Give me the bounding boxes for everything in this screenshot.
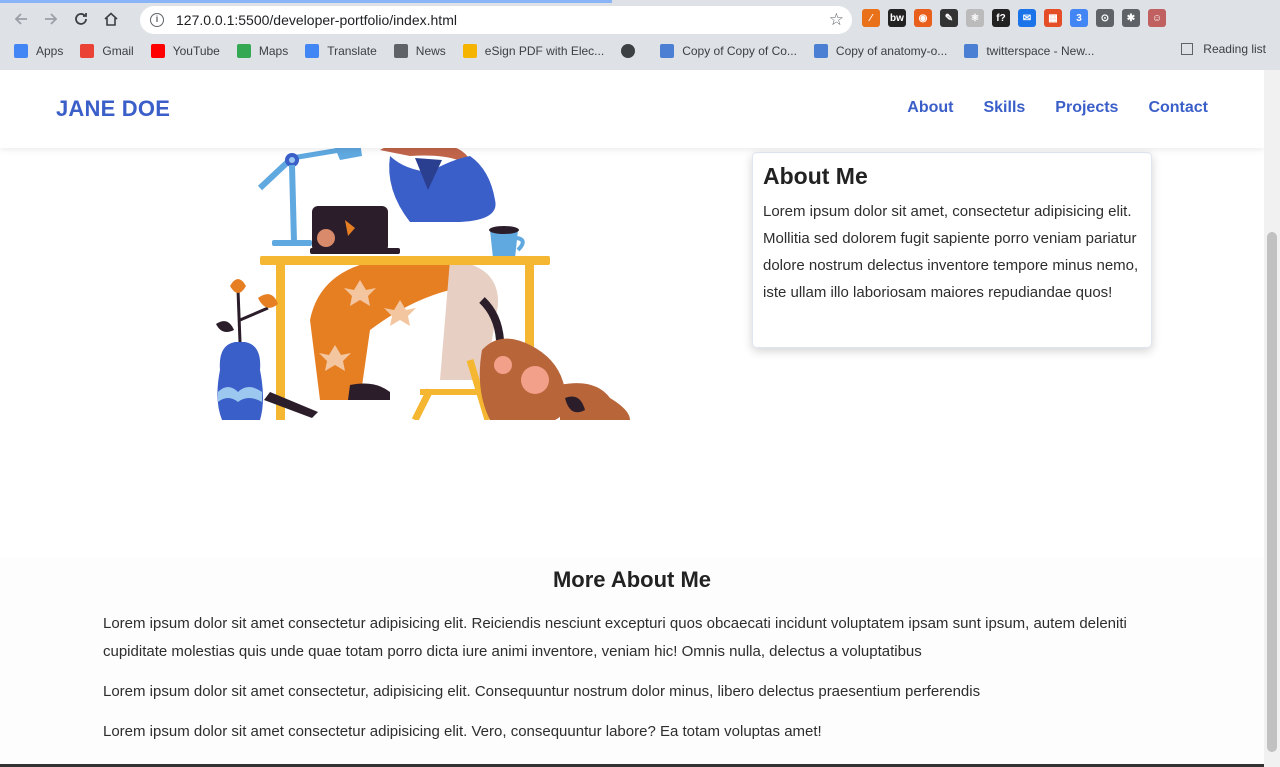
bookmark-item[interactable]: Maps bbox=[236, 43, 289, 58]
bookmark-label: Copy of anatomy-o... bbox=[835, 43, 948, 58]
reading-list-label: Reading list bbox=[1203, 42, 1266, 56]
arrow-right-icon bbox=[45, 13, 58, 25]
more-about-paragraphs: Lorem ipsum dolor sit amet consectetur a… bbox=[103, 610, 1163, 758]
more-about-title: More About Me bbox=[552, 567, 712, 592]
bookmark-favicon-icon bbox=[236, 43, 251, 58]
bookmark-item[interactable]: Apps bbox=[14, 43, 64, 58]
bookmark-label: Apps bbox=[36, 43, 64, 58]
nav-skills[interactable]: Skills bbox=[983, 99, 1025, 117]
bookmark-label: eSign PDF with Elec... bbox=[484, 43, 605, 58]
arrow-left-icon bbox=[14, 13, 27, 25]
bookmark-item[interactable]: Copy of Copy of Co... bbox=[660, 43, 797, 58]
extension-icon[interactable]: ◉ bbox=[914, 9, 932, 27]
bookmark-favicon-icon bbox=[660, 43, 675, 58]
bookmark-label: Copy of Copy of Co... bbox=[682, 43, 797, 58]
more-paragraph-3: Lorem ipsum dolor sit amet consectetur a… bbox=[103, 723, 822, 740]
extensions-bar: ⁄ bw ◉ ✎ ⚛ f? ✉ ▦ 3 ⊙ ✱ ☺ bbox=[862, 9, 1166, 27]
home-button[interactable] bbox=[96, 4, 126, 34]
extension-icon[interactable]: ✉ bbox=[1018, 9, 1036, 27]
extension-icon[interactable]: ⁄ bbox=[862, 9, 880, 27]
extension-icon[interactable]: ☺ bbox=[1148, 9, 1166, 27]
dog bbox=[479, 297, 630, 420]
slipper bbox=[264, 392, 318, 418]
site-logo[interactable]: JANE DOE bbox=[56, 96, 170, 122]
address-bar[interactable]: i 127.0.0.1:5500/developer-portfolio/ind… bbox=[140, 6, 852, 34]
page-scrollbar[interactable] bbox=[1264, 70, 1280, 767]
bookmark-favicon-icon bbox=[80, 43, 95, 58]
back-button[interactable] bbox=[6, 4, 36, 34]
bookmark-star-icon[interactable]: ☆ bbox=[829, 10, 844, 30]
bookmark-item[interactable]: Gmail bbox=[80, 43, 134, 58]
reload-button[interactable] bbox=[66, 4, 96, 34]
bookmark-favicon-icon bbox=[150, 43, 165, 58]
home-icon bbox=[104, 12, 118, 26]
about-card: About Me Lorem ipsum dolor sit amet, con… bbox=[752, 152, 1152, 348]
browser-toolbar: i 127.0.0.1:5500/developer-portfolio/ind… bbox=[0, 3, 1280, 35]
bookmark-label: twitterspace - New... bbox=[986, 43, 1095, 58]
bookmarks-bar: Apps Gmail YouTube Maps Translate News eSign P… bbox=[0, 37, 1280, 64]
extension-icon[interactable]: ✎ bbox=[940, 9, 958, 27]
reload-icon bbox=[75, 13, 87, 25]
extension-icon[interactable]: ⊙ bbox=[1096, 9, 1114, 27]
site-header: JANE DOE About Skills Projects Contact bbox=[0, 70, 1264, 148]
nav-projects[interactable]: Projects bbox=[1055, 99, 1118, 117]
laptop bbox=[310, 206, 400, 254]
bookmark-favicon-icon bbox=[462, 43, 477, 58]
bookmark-favicon-icon bbox=[964, 43, 979, 58]
more-paragraph-2: Lorem ipsum dolor sit amet consectetur, … bbox=[103, 683, 981, 700]
bookmark-label: News bbox=[415, 43, 446, 58]
reading-list-button[interactable]: Reading list bbox=[1181, 42, 1266, 56]
extension-icon[interactable]: ▦ bbox=[1044, 9, 1062, 27]
forward-button[interactable] bbox=[36, 4, 66, 34]
nav-about[interactable]: About bbox=[907, 99, 953, 117]
extension-icon[interactable]: bw bbox=[888, 9, 906, 27]
browser-chrome: i 127.0.0.1:5500/developer-portfolio/ind… bbox=[0, 0, 1280, 70]
bookmark-favicon-icon bbox=[813, 43, 828, 58]
more-paragraph-1: Lorem ipsum dolor sit amet consectetur a… bbox=[103, 615, 1127, 660]
extension-icon[interactable]: ✱ bbox=[1122, 9, 1140, 27]
bookmark-favicon-icon bbox=[393, 43, 408, 58]
page-viewport: JANE DOE About Skills Projects Contact A… bbox=[0, 70, 1264, 767]
about-title: About Me bbox=[763, 163, 868, 189]
extension-icon[interactable]: 3 bbox=[1070, 9, 1088, 27]
bookmark-label: Maps bbox=[258, 43, 289, 58]
bookmark-favicon-icon bbox=[305, 43, 320, 58]
bookmark-favicon-icon bbox=[621, 43, 636, 58]
main-nav: About Skills Projects Contact bbox=[907, 99, 1208, 117]
bookmark-item[interactable]: Copy of anatomy-o... bbox=[813, 43, 948, 58]
mug bbox=[489, 226, 525, 258]
bookmark-item[interactable]: Translate bbox=[305, 43, 377, 58]
bookmark-label: Gmail bbox=[102, 43, 134, 58]
bookmark-label: YouTube bbox=[172, 43, 220, 58]
extension-icon[interactable]: ⚛ bbox=[966, 9, 984, 27]
hero-illustration bbox=[216, 142, 630, 420]
site-info-icon[interactable]: i bbox=[150, 13, 164, 27]
bookmark-item[interactable]: eSign PDF with Elec... bbox=[462, 43, 605, 58]
bookmark-item[interactable]: twitterspace - New... bbox=[964, 43, 1095, 58]
nav-contact[interactable]: Contact bbox=[1148, 99, 1208, 117]
bookmark-favicon-icon bbox=[14, 43, 28, 58]
about-text: Lorem ipsum dolor sit amet, consectetur … bbox=[763, 203, 1139, 301]
address-url[interactable]: 127.0.0.1:5500/developer-portfolio/index… bbox=[176, 12, 457, 28]
reading-list-icon bbox=[1181, 43, 1194, 55]
more-about-section: More About Me Lorem ipsum dolor sit amet… bbox=[0, 558, 1264, 767]
bookmark-item[interactable]: News bbox=[393, 43, 446, 58]
scrollbar-thumb[interactable] bbox=[1267, 232, 1277, 752]
extension-icon[interactable]: f? bbox=[992, 9, 1010, 27]
bookmark-item[interactable]: YouTube bbox=[150, 43, 220, 58]
bookmark-item[interactable] bbox=[621, 43, 643, 58]
bookmark-label: Translate bbox=[327, 43, 377, 58]
